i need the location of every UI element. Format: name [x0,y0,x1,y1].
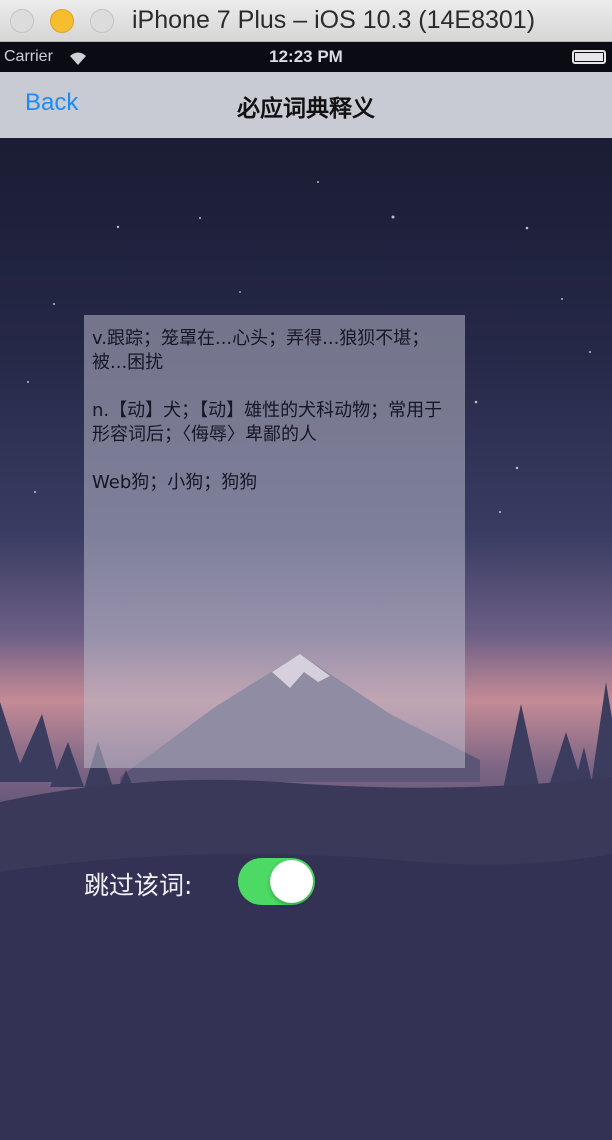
toggle-knob [270,860,313,903]
skip-word-toggle[interactable] [238,858,315,905]
definition-noun: n.【动】犬；【动】雄性的犬科动物；常用于形容词后；〈侮辱〉卑鄙的人 [92,400,443,445]
window-title: iPhone 7 Plus – iOS 10.3 (14E8301) [132,6,536,34]
phone-screen: Carrier 12:23 PM Back 必应词典释义 v.跟踪；笼罩在...… [0,42,612,1140]
status-bar: Carrier 12:23 PM [0,42,612,72]
close-window-button[interactable] [10,9,34,33]
status-clock: 12:23 PM [269,47,343,66]
window-titlebar: iPhone 7 Plus – iOS 10.3 (14E8301) [0,0,612,42]
definition-verb: v.跟踪；笼罩在...心头；弄得...狼狈不堪；被...困扰 [92,328,430,373]
definition-card: v.跟踪；笼罩在...心头；弄得...狼狈不堪；被...困扰 n.【动】犬；【动… [84,315,465,768]
minimize-window-button[interactable] [50,9,74,33]
navigation-bar: Back 必应词典释义 [0,72,612,138]
zoom-window-button[interactable] [90,9,114,33]
page-title: 必应词典释义 [237,96,375,122]
battery-icon [572,50,606,64]
skip-word-label: 跳过该词: [84,871,193,900]
simulator-window: iPhone 7 Plus – iOS 10.3 (14E8301) Carri… [0,0,612,1140]
definition-web: Web狗；小狗；狗狗 [92,472,258,493]
